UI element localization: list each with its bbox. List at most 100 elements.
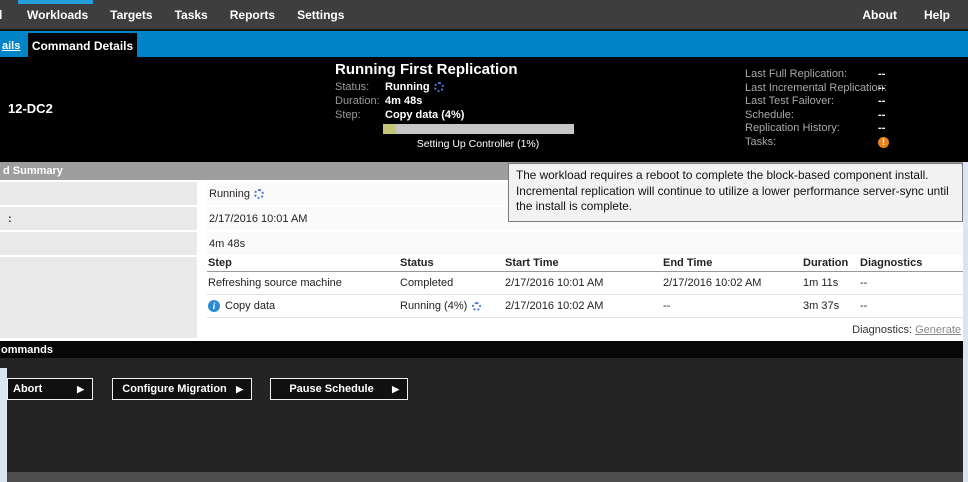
schedule-label: Schedule: [745,109,794,121]
progress-bar [383,124,574,134]
command-title: Running First Replication [335,61,518,78]
nav-right: About Help [862,0,950,29]
cell-diagnostics: -- [860,300,963,312]
diagnostics-generate-line: Diagnostics: Generate [852,324,961,336]
duration-row: Duration:4m 48s [335,95,422,107]
arrow-right-icon: ▶ [77,384,84,395]
workload-hostname: 12-DC2 [8,101,53,116]
replication-header: 12-DC2 Running First Replication Status:… [0,57,968,162]
footer-bar [7,472,963,482]
summary-start-label: : [0,207,197,230]
cell-status: Completed [400,277,505,289]
nav-item-targets[interactable]: Targets [99,8,163,22]
spinner-icon [254,189,264,199]
col-start-time: Start Time [505,257,663,269]
cell-step: i Copy data [208,300,400,312]
col-step: Step [208,257,400,269]
table-row: Refreshing source machine Completed 2/17… [207,272,963,295]
col-end-time: End Time [663,257,803,269]
nav-items: Workloads Targets Tasks Reports Settings [16,0,355,29]
steps-table: Step Status Start Time End Time Duration… [207,255,963,318]
info-icon[interactable]: i [208,300,220,312]
duration-label: Duration: [335,95,385,107]
progress-sublabel: Setting Up Controller (1%) [417,138,540,150]
nav-item-tasks[interactable]: Tasks [164,8,219,22]
last-incremental-replication-row: Last Incremental Replication: -- [745,82,960,94]
tasks-label: Tasks: [745,136,776,148]
cell-diagnostics: -- [860,277,963,289]
duration-value: 4m 48s [385,95,422,107]
step-label: Step: [335,109,385,121]
tasks-tooltip: The workload requires a reboot to comple… [508,163,963,222]
cell-end: -- [663,300,803,312]
cell-status-text: Running (4%) [400,300,467,312]
step-row: Step:Copy data (4%) [335,109,464,121]
summary-status-label [0,182,197,205]
nav-item-about[interactable]: About [862,8,897,22]
pause-schedule-button-label: Pause Schedule [271,383,392,395]
nav-item-reports[interactable]: Reports [219,8,286,22]
configure-migration-button-label: Configure Migration [113,383,236,395]
cell-duration: 3m 37s [803,300,860,312]
cell-start: 2/17/2016 10:01 AM [505,277,663,289]
summary-status-text: Running [209,188,250,200]
steps-table-header: Step Status Start Time End Time Duration… [207,255,963,272]
abort-button[interactable]: Abort ▶ [7,378,93,400]
cell-start: 2/17/2016 10:02 AM [505,300,663,312]
summary-duration-row: 4m 48s [0,232,963,255]
schedule-value: -- [878,109,885,121]
commands-section: Abort ▶ Configure Migration ▶ Pause Sche… [0,358,963,472]
arrow-right-icon: ▶ [236,384,243,395]
last-test-failover-label: Last Test Failover: [745,95,834,107]
abort-button-label: Abort [8,383,77,395]
page-background-strip [0,368,7,482]
top-navbar: d Workloads Targets Tasks Reports Settin… [0,0,968,29]
step-value: Copy data (4%) [385,109,464,121]
col-diagnostics: Diagnostics [860,257,963,269]
progress-fill [383,124,396,134]
status-value: Running [385,81,430,93]
replication-history-value: -- [878,122,885,134]
schedule-row: Schedule: -- [745,109,960,121]
spinner-icon [472,302,481,311]
commands-section-header: ommands [0,341,963,358]
status-label: Status: [335,81,385,93]
last-incremental-replication-value: -- [878,82,885,94]
replication-history-row: Replication History: -- [745,122,960,134]
cell-end: 2/17/2016 10:02 AM [663,277,803,289]
cell-duration: 1m 11s [803,277,860,289]
summary-duration-value: 4m 48s [207,232,963,255]
cell-step-text: Copy data [225,300,275,312]
diagnostics-label: Diagnostics: [852,324,912,336]
summary-steps-label-cell [0,257,197,338]
spinner-icon [434,82,444,92]
generate-diagnostics-link[interactable]: Generate [915,324,961,336]
tasks-row: Tasks: ! [745,136,960,148]
last-test-failover-value: -- [878,95,885,107]
table-row: i Copy data Running (4%) 2/17/2016 10:02 … [207,295,963,318]
last-full-replication-label: Last Full Replication: [745,68,847,80]
last-full-replication-row: Last Full Replication: -- [745,68,960,80]
nav-item-help[interactable]: Help [924,8,950,22]
last-test-failover-row: Last Test Failover: -- [745,95,960,107]
tab-bar: ails Command Details [0,29,968,57]
cell-step: Refreshing source machine [208,277,400,289]
col-duration: Duration [803,257,860,269]
cell-status: Running (4%) [400,300,505,312]
replication-history-label: Replication History: [745,122,840,134]
last-incremental-replication-label: Last Incremental Replication: [745,82,887,94]
tab-details-fragment[interactable]: ails [2,40,20,52]
status-row: Status:Running [335,81,444,93]
app-window: d Workloads Targets Tasks Reports Settin… [0,0,968,482]
nav-item-settings[interactable]: Settings [286,8,355,22]
tasks-warning-icon-wrap: ! [878,136,889,148]
configure-migration-button[interactable]: Configure Migration ▶ [112,378,252,400]
nav-item-fragment[interactable]: d [0,0,4,29]
tab-command-details[interactable]: Command Details [28,33,137,59]
nav-item-workloads[interactable]: Workloads [16,8,99,22]
pause-schedule-button[interactable]: Pause Schedule ▶ [270,378,408,400]
warning-icon[interactable]: ! [878,137,889,148]
last-full-replication-value: -- [878,68,885,80]
arrow-right-icon: ▶ [392,384,399,395]
summary-duration-label [0,232,197,255]
